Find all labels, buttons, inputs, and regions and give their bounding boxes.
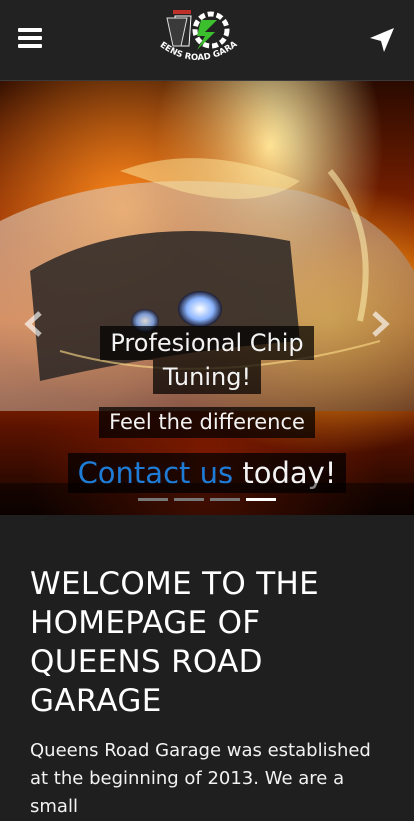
slide-indicator-4[interactable]: [246, 498, 276, 501]
slide-indicator-1[interactable]: [138, 498, 168, 501]
caption-line-2: Tuning!: [152, 360, 262, 394]
navigation-arrow-icon[interactable]: [368, 26, 396, 54]
hamburger-icon[interactable]: [18, 28, 42, 50]
slide-indicator-3[interactable]: [210, 498, 240, 501]
page-title: WELCOME TO THE HOMEPAGE OF QUEENS ROAD G…: [30, 566, 319, 719]
caption-line-1: Profesional Chip: [100, 326, 314, 360]
caption-subtitle: Feel the difference: [99, 407, 315, 438]
caption-title: Profesional Chip Tuning!: [0, 326, 414, 394]
caption-subtitle-wrap: Feel the difference: [0, 407, 414, 438]
site-logo[interactable]: QUEENS ROAD GARAGE: [147, 6, 249, 74]
carousel-indicators: [0, 483, 414, 515]
main-content: WELCOME TO THE HOMEPAGE OF QUEENS ROAD G…: [0, 515, 414, 821]
site-header: QUEENS ROAD GARAGE: [0, 0, 414, 81]
slide-indicator-2[interactable]: [174, 498, 204, 501]
intro-paragraph: Queens Road Garage was established at th…: [30, 740, 371, 817]
hero-carousel[interactable]: Profesional Chip Tuning! Feel the differ…: [0, 81, 414, 515]
